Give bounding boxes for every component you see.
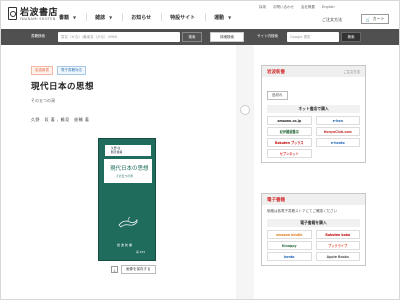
- store-kinokuniya[interactable]: 紀伊國屋書店: [267, 127, 312, 136]
- lamp-emblem-icon: [118, 216, 138, 228]
- order-help-link[interactable]: ご注文方法: [344, 69, 360, 74]
- purchase-panel-ebook: 電子書籍 価格は各電子書籍ストアにてご確認ください 電子書籍を購入 amazon…: [261, 193, 366, 266]
- logo-mark-icon: [8, 7, 17, 20]
- cover-title-box: 現代日本の思想 その五つの渦: [104, 159, 152, 183]
- cart-button[interactable]: 🛒 カート: [361, 14, 389, 24]
- book-tags: 岩波新書 電子書籍対応: [31, 66, 86, 75]
- online-store-list: amazon.co.jp e-hon 紀伊國屋書店 HonyaClub.com …: [267, 116, 360, 158]
- download-icon[interactable]: ⤓: [111, 266, 118, 273]
- panel-body: 品切れ ネット書店で購入 amazon.co.jp e-hon 紀伊國屋書店 H…: [262, 77, 365, 162]
- store-apple-books[interactable]: Apple Books: [315, 252, 360, 261]
- detail-search-button[interactable]: 詳細検索: [210, 32, 244, 42]
- site-search-input[interactable]: Google 提供: [287, 32, 339, 42]
- content-gutter: [236, 45, 254, 299]
- order-help-link[interactable]: ご注文方法: [322, 17, 342, 23]
- purchase-panel-paper: 岩波新書 ご注文方法 品切れ ネット書店で購入 amazon.co.jp e-h…: [261, 65, 366, 163]
- main-nav: 書籍 ▼ 雑誌 ▼ お知らせ 特設サイト 運動 ▼: [59, 13, 249, 23]
- store-booklive[interactable]: ブックライブ: [315, 241, 360, 250]
- search-bar: 書籍検索 書名（かな）/著者名（かな）/ISBN 検索 詳細検索 サイト内検索 …: [1, 29, 399, 45]
- panel-title: 電子書籍: [267, 197, 285, 203]
- ebook-price-note: 価格は各電子書籍ストアにてご確認ください: [267, 209, 337, 213]
- page-frame: 岩波書店 IWANAMI SHOTEN 書籍 ▼ 雑誌 ▼ お知らせ 特設サイト 運…: [0, 0, 400, 300]
- nav-item-books[interactable]: 書籍 ▼: [59, 13, 88, 21]
- nav-item-label: お知らせ: [131, 14, 152, 21]
- logo-subtext: IWANAMI SHOTEN: [20, 17, 56, 21]
- nav-item-label: 運動: [214, 14, 225, 21]
- store-seven-net[interactable]: セブンネット: [267, 149, 312, 158]
- site-search-button[interactable]: 検索: [341, 32, 361, 42]
- ebook-stores-heading: 電子書籍を購入: [267, 219, 360, 227]
- nav-item-label: 雑誌: [95, 14, 106, 21]
- ebook-store-list: amazon kindle Rakuten kobo Kinoppy ブックライ…: [267, 230, 360, 261]
- util-link-contact[interactable]: お問い合わせ: [273, 5, 294, 10]
- panel-body: 価格は各電子書籍ストアにてご確認ください 電子書籍を購入 amazon kind…: [262, 205, 365, 265]
- book-search-input[interactable]: 書名（かな）/著者名（かな）/ISBN: [58, 32, 180, 42]
- cover-publisher: 岩波新書: [117, 243, 134, 247]
- cover-author-2: 鶴見俊輔: [111, 150, 123, 154]
- tag-ebook[interactable]: 電子書籍対応: [57, 66, 86, 75]
- nav-item-news[interactable]: お知らせ: [131, 13, 163, 21]
- util-link-recruit[interactable]: 採用: [259, 5, 266, 10]
- site-logo[interactable]: 岩波書店 IWANAMI SHOTEN: [8, 5, 58, 25]
- site-header: 岩波書店 IWANAMI SHOTEN 書籍 ▼ 雑誌 ▼ お知らせ 特設サイト 運…: [1, 1, 399, 29]
- save-image-button[interactable]: 画像を保存する: [121, 265, 156, 274]
- book-search-button[interactable]: 検索: [182, 32, 202, 42]
- tag-series[interactable]: 岩波新書: [31, 66, 53, 75]
- store-kobo[interactable]: Rakuten kobo: [315, 230, 360, 239]
- cover-subtitle: その五つの渦: [116, 174, 133, 178]
- nav-item-special-sites[interactable]: 特設サイト: [170, 13, 207, 21]
- store-rakuten-books[interactable]: Rakuten ブックス: [267, 138, 312, 147]
- cover-number: 青 253: [136, 250, 146, 254]
- utility-links: 採用 お問い合わせ 会社概要 English: [259, 5, 335, 10]
- store-kinoppy[interactable]: Kinoppy: [267, 241, 312, 250]
- online-stores-heading: ネット書店で購入: [267, 105, 360, 113]
- save-image-control: ⤓ 画像を保存する: [111, 265, 156, 274]
- nav-item-series[interactable]: 運動 ▼: [214, 13, 241, 21]
- nav-item-label: 書籍: [59, 14, 70, 21]
- out-of-stock-badge: 品切れ: [267, 91, 288, 100]
- site-search-label: サイト内検索: [257, 34, 278, 38]
- store-amazon[interactable]: amazon.co.jp: [267, 116, 312, 125]
- chevron-down-icon: ▼: [73, 14, 77, 20]
- store-kindle[interactable]: amazon kindle: [267, 230, 312, 239]
- store-honyaclub[interactable]: HonyaClub.com: [315, 127, 360, 136]
- cover-author-band: 久野 収 鶴見俊輔: [105, 145, 151, 156]
- nav-item-magazines[interactable]: 雑誌 ▼: [95, 13, 124, 21]
- book-search-label: 書籍検索: [31, 34, 45, 38]
- chevron-down-icon: ▼: [109, 14, 113, 20]
- store-honto-ebook[interactable]: honto: [267, 252, 312, 261]
- cover-title: 現代日本の思想: [110, 166, 149, 172]
- store-ehon[interactable]: e-hon: [315, 116, 360, 125]
- panel-header: 岩波新書 ご注文方法: [262, 66, 365, 77]
- cart-label: カート: [372, 16, 385, 21]
- book-title: 現代日本の思想: [31, 82, 95, 92]
- panel-header: 電子書籍: [262, 194, 365, 205]
- panel-title: 岩波新書: [267, 69, 285, 75]
- chevron-down-icon: ▼: [228, 14, 232, 20]
- nav-item-label: 特設サイト: [170, 14, 196, 21]
- book-authors[interactable]: 久野 収 著 , 鶴見 俊輔 著: [31, 117, 89, 123]
- store-honto[interactable]: e-honto: [315, 138, 360, 147]
- book-subtitle: その五つの渦: [31, 98, 55, 103]
- cart-icon: 🛒: [365, 16, 371, 22]
- util-link-company[interactable]: 会社概要: [301, 5, 315, 10]
- util-link-english[interactable]: English: [322, 5, 335, 10]
- book-cover: 久野 収 鶴見俊輔 現代日本の思想 その五つの渦 岩波新書 青 253: [98, 138, 156, 261]
